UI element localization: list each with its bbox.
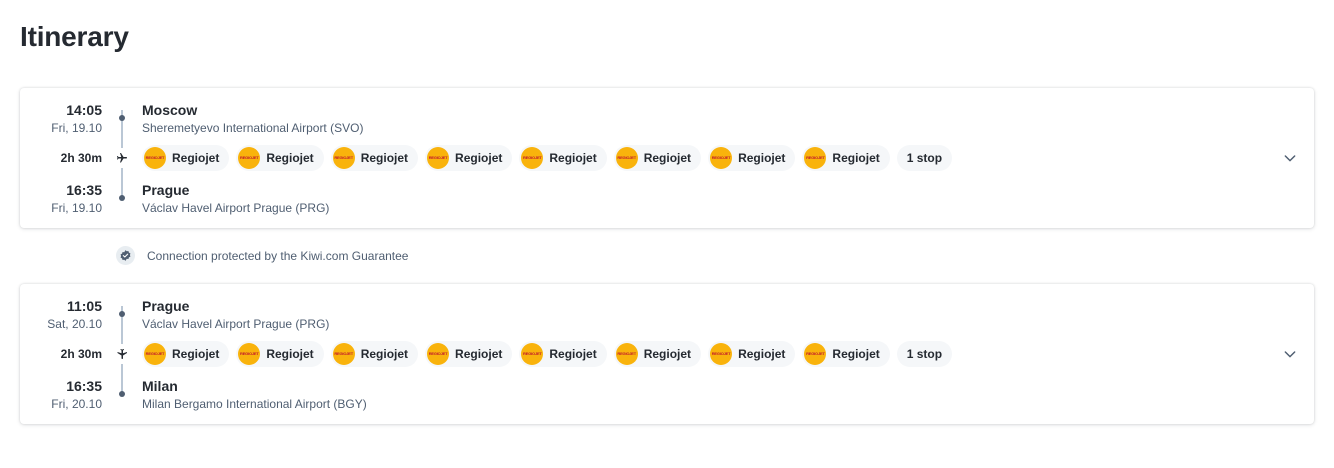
segment-card[interactable]: 14:05 Fri, 19.10 Moscow Sheremetyevo Int…	[20, 88, 1314, 228]
departure-date: Fri, 19.10	[51, 121, 102, 135]
expand-segment-button[interactable]	[1280, 148, 1300, 168]
carrier-name: Regiojet	[832, 151, 880, 165]
expand-segment-button[interactable]	[1280, 344, 1300, 364]
regiojet-logo-icon: REGIOJET	[615, 343, 638, 365]
carrier-name: Regiojet	[549, 151, 597, 165]
airplane-icon	[115, 347, 129, 361]
carrier-chip: REGIOJET Regiojet	[142, 145, 230, 171]
carrier-list: REGIOJET Regiojet REGIOJET Regiojet REGIOJ…	[142, 341, 953, 367]
departure-time: 11:05	[66, 298, 102, 314]
departure-dot	[119, 115, 125, 121]
carrier-name: Regiojet	[455, 151, 503, 165]
carrier-chip: REGIOJET Regiojet	[708, 145, 796, 171]
carrier-name: Regiojet	[549, 347, 597, 361]
carrier-name: Regiojet	[738, 347, 786, 361]
arrival-date: Fri, 20.10	[51, 397, 102, 411]
timeline-line	[121, 364, 123, 394]
regiojet-logo-icon: REGIOJET	[615, 147, 638, 169]
regiojet-logo-icon: REGIOJET	[144, 147, 166, 169]
departure-city: Moscow	[142, 102, 198, 118]
arrival-city: Milan	[142, 378, 178, 394]
arrival-dot	[119, 391, 125, 397]
regiojet-logo-icon: REGIOJET	[521, 147, 544, 169]
carrier-chip: REGIOJET Regiojet	[330, 145, 419, 171]
regiojet-logo-icon: REGIOJET	[804, 343, 827, 365]
segment-card[interactable]: 11:05 Sat, 20.10 Prague Václav Havel Air…	[20, 284, 1314, 424]
airplane-icon	[115, 151, 129, 165]
shield-check-icon	[116, 246, 135, 265]
stops-badge: 1 stop	[896, 341, 953, 367]
carrier-chip: REGIOJET Regiojet	[425, 145, 513, 171]
regiojet-logo-icon: REGIOJET	[710, 147, 733, 169]
regiojet-logo-icon: REGIOJET	[332, 343, 355, 365]
segment-duration: 2h 30m	[60, 347, 102, 361]
regiojet-logo-icon: REGIOJET	[332, 147, 355, 169]
arrival-dot	[119, 195, 125, 201]
regiojet-logo-icon: REGIOJET	[521, 343, 544, 365]
regiojet-logo-icon: REGIOJET	[427, 343, 450, 365]
arrival-station: Milan Bergamo International Airport (BGY…	[142, 397, 367, 411]
carrier-chip: REGIOJET Regiojet	[142, 341, 230, 367]
segment-duration: 2h 30m	[60, 151, 102, 165]
arrival-date: Fri, 19.10	[51, 201, 102, 215]
carrier-name: Regiojet	[360, 151, 409, 165]
chevron-down-icon	[1284, 155, 1296, 162]
timeline-line	[121, 168, 123, 198]
carrier-chip: REGIOJET Regiojet	[613, 341, 702, 367]
departure-date: Sat, 20.10	[47, 317, 102, 331]
regiojet-logo-icon: REGIOJET	[427, 147, 450, 169]
departure-time: 14:05	[66, 102, 102, 118]
carrier-name: Regiojet	[738, 151, 786, 165]
regiojet-logo-icon: REGIOJET	[144, 343, 166, 365]
guarantee-notice: Connection protected by the Kiwi.com Gua…	[116, 246, 408, 265]
carrier-chip: REGIOJET Regiojet	[330, 341, 419, 367]
carrier-name: Regiojet	[455, 347, 503, 361]
chevron-down-icon	[1284, 351, 1296, 358]
guarantee-text: Connection protected by the Kiwi.com Gua…	[147, 248, 409, 263]
page-title: Itinerary	[20, 21, 129, 52]
carrier-name: Regiojet	[643, 347, 692, 361]
arrival-time: 16:35	[66, 182, 102, 198]
carrier-chip: REGIOJET Regiojet	[708, 341, 796, 367]
carrier-name: Regiojet	[266, 347, 314, 361]
carrier-name: Regiojet	[172, 151, 220, 165]
carrier-name: Regiojet	[643, 151, 692, 165]
arrival-station: Václav Havel Airport Prague (PRG)	[142, 201, 330, 215]
stops-badge: 1 stop	[896, 145, 953, 171]
departure-dot	[119, 311, 125, 317]
carrier-name: Regiojet	[266, 151, 314, 165]
carrier-chip: REGIOJET Regiojet	[236, 145, 324, 171]
carrier-chip: REGIOJET Regiojet	[802, 145, 890, 171]
carrier-chip: REGIOJET Regiojet	[519, 341, 607, 367]
carrier-name: Regiojet	[172, 347, 220, 361]
carrier-list: REGIOJET Regiojet REGIOJET Regiojet REGIOJ…	[142, 145, 953, 171]
departure-station: Václav Havel Airport Prague (PRG)	[142, 317, 330, 331]
carrier-chip: REGIOJET Regiojet	[613, 145, 702, 171]
regiojet-logo-icon: REGIOJET	[238, 343, 261, 365]
carrier-chip: REGIOJET Regiojet	[519, 145, 607, 171]
regiojet-logo-icon: REGIOJET	[804, 147, 827, 169]
carrier-chip: REGIOJET Regiojet	[236, 341, 324, 367]
carrier-name: Regiojet	[360, 347, 409, 361]
departure-station: Sheremetyevo International Airport (SVO)	[142, 121, 364, 135]
departure-city: Prague	[142, 298, 190, 314]
arrival-city: Prague	[142, 182, 190, 198]
regiojet-logo-icon: REGIOJET	[238, 147, 261, 169]
carrier-chip: REGIOJET Regiojet	[425, 341, 513, 367]
regiojet-logo-icon: REGIOJET	[710, 343, 733, 365]
carrier-name: Regiojet	[832, 347, 880, 361]
carrier-chip: REGIOJET Regiojet	[802, 341, 890, 367]
arrival-time: 16:35	[66, 378, 102, 394]
